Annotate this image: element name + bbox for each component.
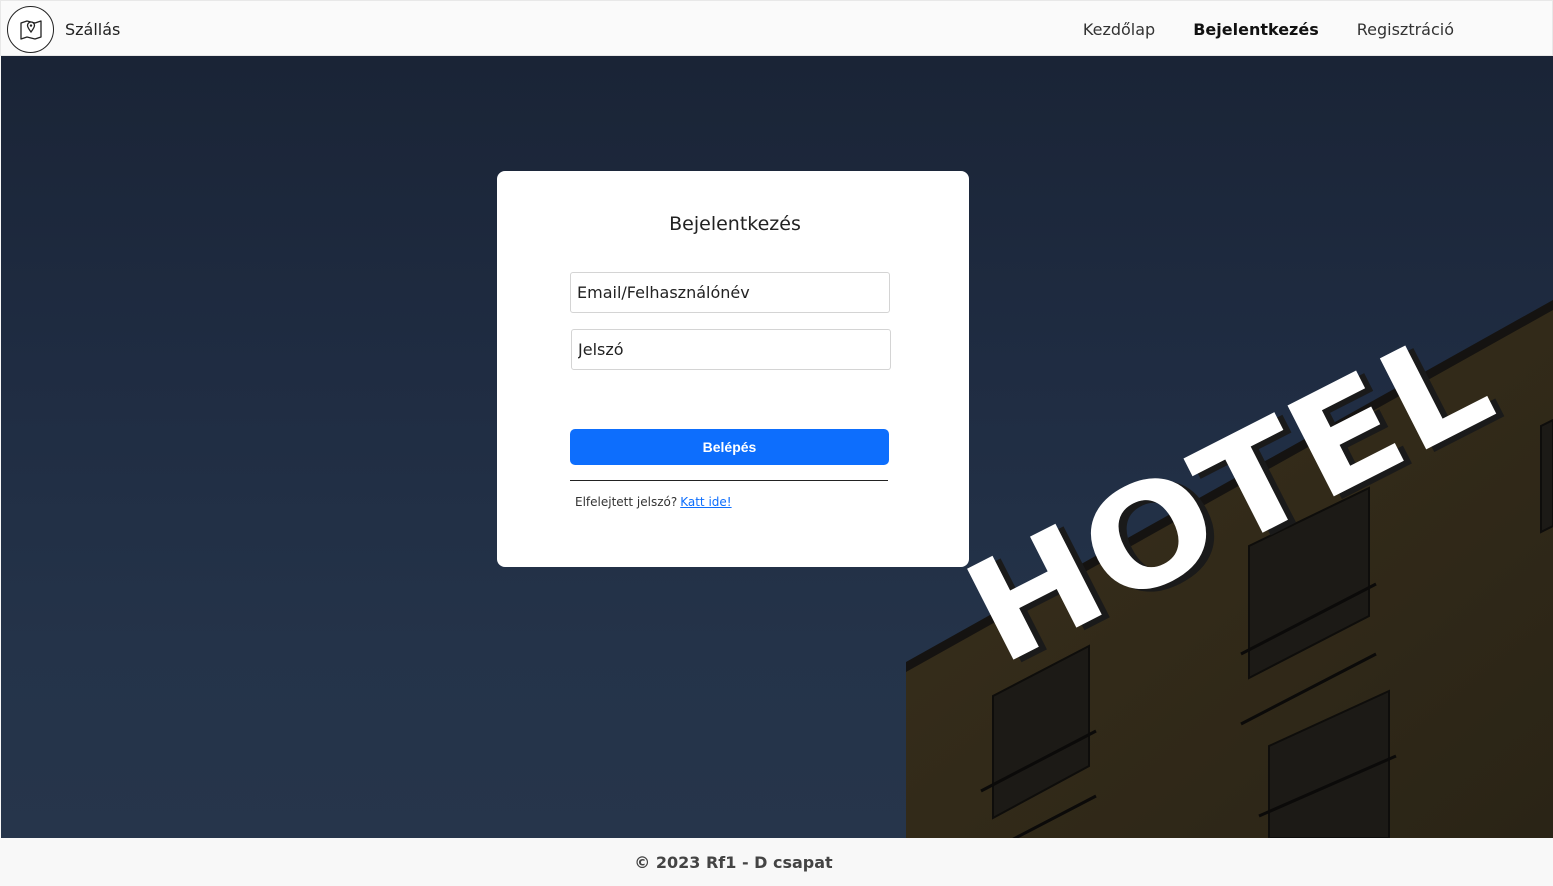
brand-name[interactable]: Szállás: [65, 20, 120, 39]
top-navbar: Szállás Kezdőlap Bejelentkezés Regisztrá…: [0, 0, 1553, 56]
footer-copyright: © 2023 Rf1 - D csapat: [634, 852, 833, 872]
email-field[interactable]: [570, 272, 890, 313]
forgot-password-row: Elfelejtett jelszó? Katt ide!: [575, 495, 732, 509]
nav-link-register[interactable]: Regisztráció: [1357, 20, 1454, 39]
password-field[interactable]: [571, 329, 891, 370]
login-title: Bejelentkezés: [669, 213, 801, 235]
forgot-password-link[interactable]: Katt ide!: [680, 495, 731, 509]
nav-link-login[interactable]: Bejelentkezés: [1193, 20, 1319, 39]
footer: © 2023 Rf1 - D csapat: [0, 838, 1553, 886]
login-button[interactable]: Belépés: [570, 429, 889, 465]
nav-link-home[interactable]: Kezdőlap: [1083, 20, 1155, 39]
divider: [570, 480, 888, 481]
map-pin-icon[interactable]: [7, 6, 54, 53]
forgot-password-text: Elfelejtett jelszó?: [575, 495, 678, 509]
login-card: Bejelentkezés Belépés Elfelejtett jelszó…: [497, 171, 969, 567]
main-nav: Kezdőlap Bejelentkezés Regisztráció: [1045, 1, 1454, 57]
brand[interactable]: Szállás: [7, 6, 120, 53]
